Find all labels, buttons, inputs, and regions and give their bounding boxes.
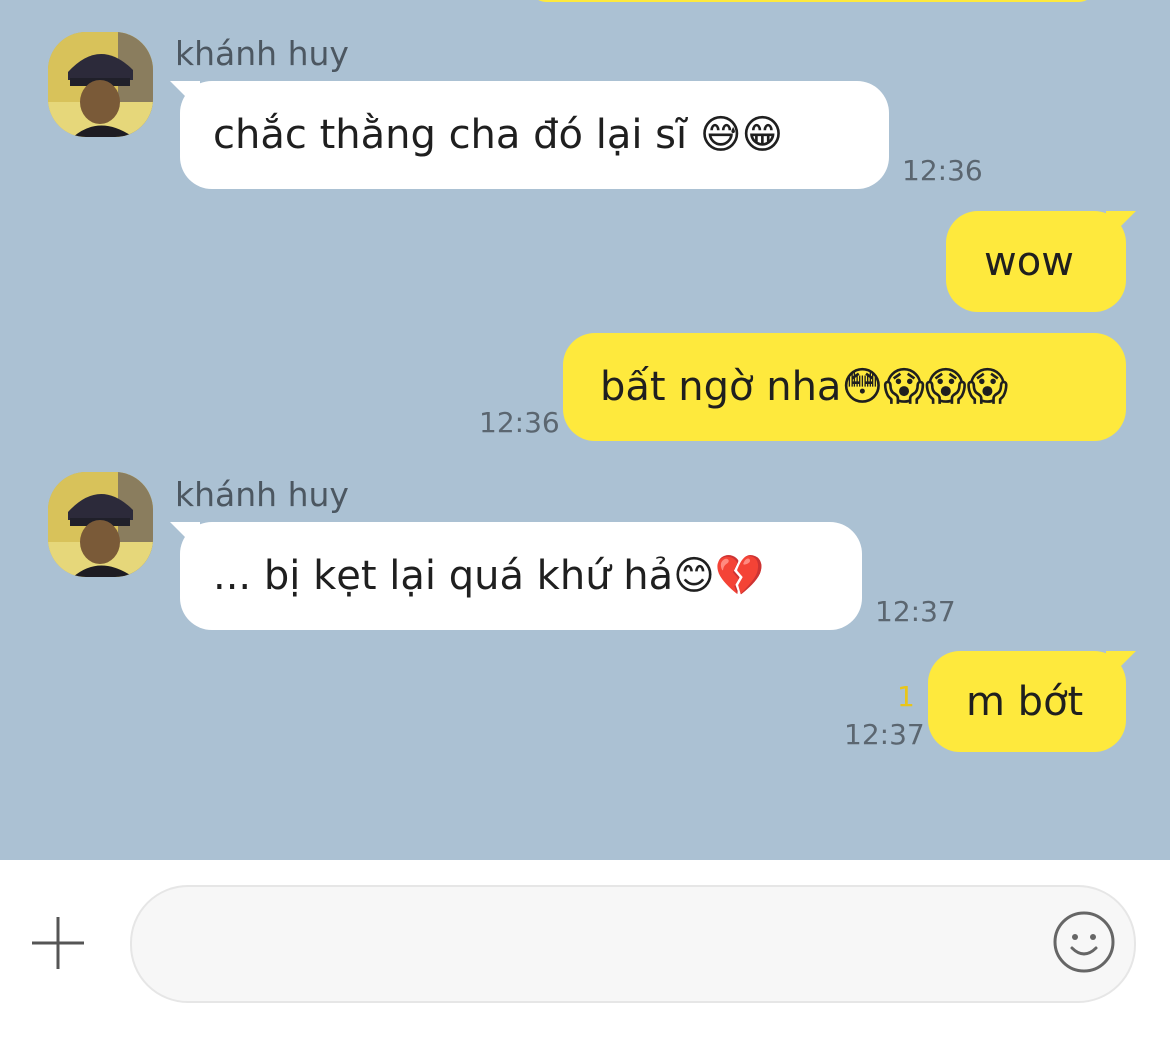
bubble-tail [170, 81, 200, 111]
bubble-tail [1106, 211, 1136, 241]
message-text: chắc thằng cha đó lại sĩ 😅😁 [213, 112, 784, 158]
smiley-icon[interactable] [1052, 910, 1116, 974]
message-text: wow [984, 238, 1074, 285]
message-text: bất ngờ nha😳😱😱😱 [600, 364, 1009, 410]
message-time: 12:36 [902, 154, 983, 187]
outgoing-message-bubble[interactable]: m bớt [928, 651, 1136, 752]
sender-name: khánh huy [175, 34, 349, 73]
message-text: m bớt [966, 678, 1084, 725]
avatar[interactable] [48, 472, 153, 577]
sender-name: khánh huy [175, 475, 349, 514]
composer-bar [0, 860, 1170, 1061]
outgoing-message-bubble[interactable]: wow [946, 211, 1136, 312]
unread-count: 1 [897, 680, 915, 713]
outgoing-message-bubble[interactable]: bất ngờ nha😳😱😱😱 [563, 333, 1126, 441]
bubble-tail [170, 522, 200, 552]
avatar[interactable] [48, 32, 153, 137]
message-time: 12:37 [875, 595, 956, 628]
chat-area[interactable]: khánh huy chắc thằng cha đó lại sĩ 😅😁 12… [0, 0, 1170, 860]
message-time: 12:36 [479, 406, 560, 439]
previous-message-bubble[interactable] [530, 0, 1095, 2]
message-time: 12:37 [844, 718, 925, 751]
avatar-image [48, 472, 153, 577]
incoming-message-bubble[interactable]: ... bị kẹt lại quá khứ hả😊💔 [170, 522, 862, 630]
avatar-image [48, 32, 153, 137]
message-input[interactable] [130, 885, 1136, 1003]
incoming-message-bubble[interactable]: chắc thằng cha đó lại sĩ 😅😁 [170, 81, 889, 189]
plus-icon[interactable] [30, 915, 86, 971]
bubble-tail [1106, 651, 1136, 681]
message-text: ... bị kẹt lại quá khứ hả😊💔 [213, 553, 765, 599]
